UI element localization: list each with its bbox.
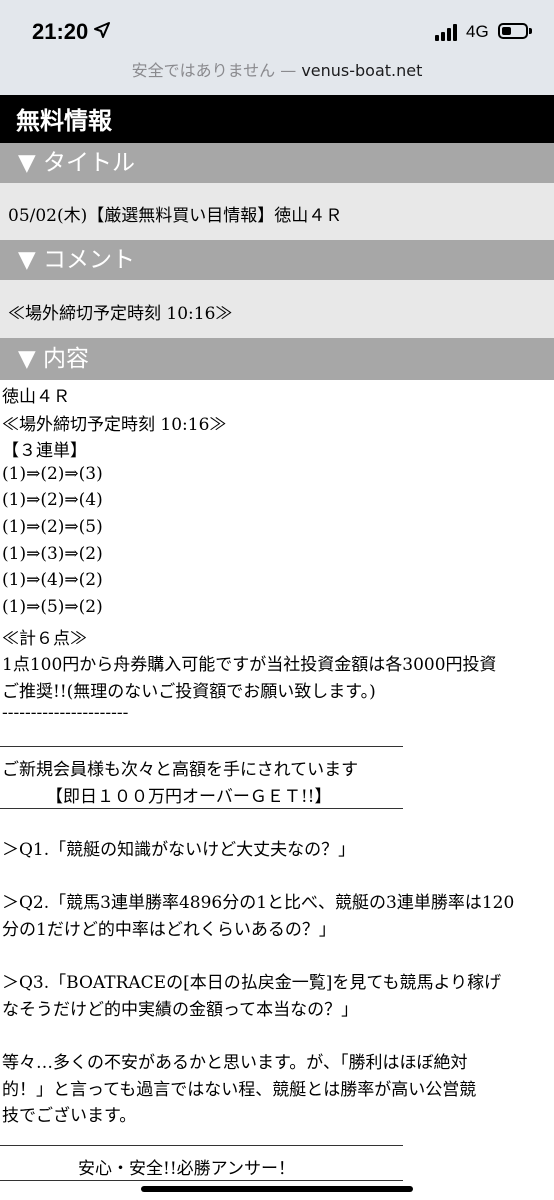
battery-icon (498, 23, 528, 39)
bet-type: 【３連単】 (2, 441, 87, 461)
comment-text: ≪場外締切予定時刻 10:16≫ (8, 304, 233, 324)
signal-icon (435, 23, 461, 41)
divider (0, 746, 403, 747)
location-arrow-icon (94, 22, 110, 38)
faq-q1: ＞Q1.「競艇の知識がないけど大丈夫なの？」 (2, 840, 356, 860)
pick-line: (1)⇒(5)⇒(2) (2, 597, 103, 617)
section-body-title: 05/02(木)【厳選無料買い目情報】徳山４Ｒ (0, 183, 554, 240)
section-body-comment: ≪場外締切予定時刻 10:16≫ (0, 280, 554, 338)
title-text: 05/02(木)【厳選無料買い目情報】徳山４Ｒ (8, 206, 343, 226)
closing-text-3: 技でございます。 (2, 1106, 137, 1126)
section-header-title-label: ▼ タイトル (18, 150, 135, 176)
page-title-bar: 無料情報 (0, 95, 554, 143)
pick-line: (1)⇒(2)⇒(3) (2, 464, 103, 484)
pick-line: (1)⇒(2)⇒(5) (2, 517, 103, 537)
pick-line: (1)⇒(2)⇒(4) (2, 490, 103, 510)
network-type: 4G (466, 22, 489, 41)
faq-q2: ＞Q2.「競馬3連単勝率4896分の1と比べ、競艇の3連単勝率は120 (2, 893, 515, 913)
section-header-content: ▼ 内容 (0, 338, 554, 380)
promo-highlight: 【即日１００万円オーバーＧＥＴ!!】 (46, 787, 332, 807)
race-name: 徳山４Ｒ (2, 387, 70, 407)
battery-level (502, 27, 511, 35)
status-time: 21:20 (32, 19, 89, 44)
section-header-content-label: ▼ 内容 (18, 346, 89, 372)
section-header-title: ▼ タイトル (0, 143, 554, 183)
faq-q3: ＞Q3.「BOATRACEの[本日の払戻金一覧]を見ても競馬より稼げ (2, 973, 502, 993)
deadline-text: ≪場外締切予定時刻 10:16≫ (2, 415, 227, 435)
page-title: 無料情報 (16, 106, 112, 135)
investment-note-2: ご推奨!!(無理のないご投資額でお願い致します。) (2, 682, 376, 702)
total-points: ≪計６点≫ (2, 629, 87, 649)
url-security-text: 安全ではありません — (131, 61, 302, 80)
divider (0, 1180, 403, 1181)
pick-line: (1)⇒(4)⇒(2) (2, 570, 103, 590)
divider (0, 1145, 403, 1146)
status-bar: 21:20 4G 安全ではありません — venus-boat.net (0, 0, 554, 95)
url-bar[interactable]: 安全ではありません — venus-boat.net (0, 57, 554, 81)
battery-tip (529, 28, 532, 34)
pick-line: (1)⇒(3)⇒(2) (2, 544, 103, 564)
section-header-comment-label: ▼ コメント (18, 247, 135, 273)
promo-text: ご新規会員様も次々と高額を手にされています (2, 760, 359, 780)
home-indicator[interactable] (141, 1186, 413, 1192)
faq-q3-cont: なそうだけど的中実績の金額って本当なの？」 (2, 1000, 359, 1020)
faq-q2-cont: 分の1だけど的中率はどれくらいあるの？」 (2, 920, 336, 940)
url-domain: venus-boat.net (301, 61, 423, 80)
dash-divider: ---------------------- (2, 703, 129, 723)
closing-text: 等々…多くの不安があるかと思います。が、「勝利はほぼ絶対 (2, 1053, 468, 1073)
investment-note: 1点100円から舟券購入可能ですが当社投資金額は各3000円投資 (2, 655, 497, 675)
slogan: 安心・安全!!必勝アンサー！ (78, 1159, 295, 1179)
section-header-comment: ▼ コメント (0, 240, 554, 280)
closing-text-2: 的！」と言っても過言ではない程、競艇とは勝率が高い公営競 (2, 1080, 477, 1100)
divider (0, 808, 403, 809)
